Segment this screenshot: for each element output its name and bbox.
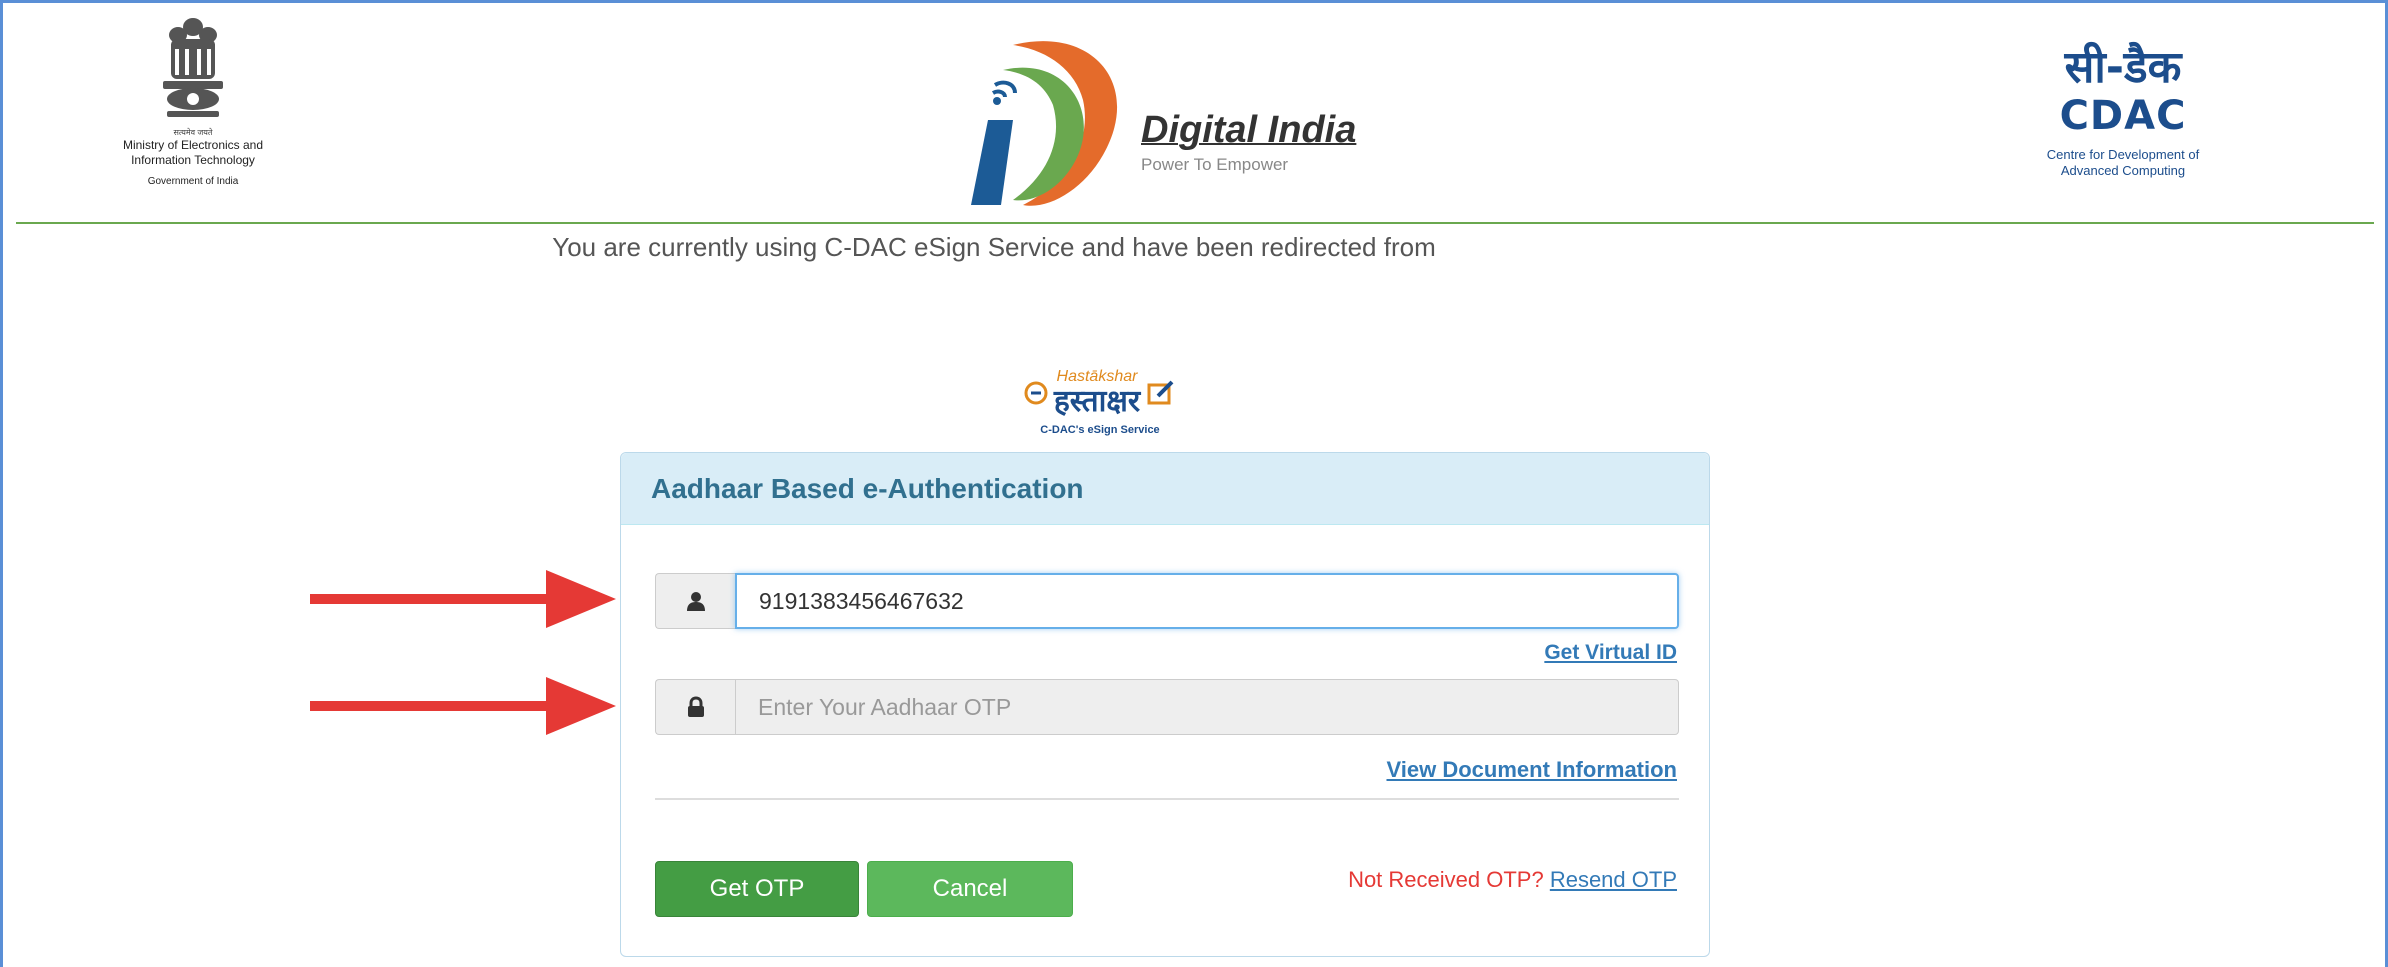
- annotation-arrow-aadhaar-icon: [310, 570, 616, 628]
- cdac-line-2: Advanced Computing: [2060, 163, 2186, 178]
- ministry-line-1: Ministry of Electronics and: [122, 138, 264, 152]
- panel-divider: [655, 798, 1679, 800]
- header: सत्यमेव जयते Ministry of Electronics and…: [3, 3, 2385, 224]
- otp-input-group: Enter Your Aadhaar OTP: [655, 679, 1679, 735]
- ministry-line-2: Information Technology: [131, 153, 255, 167]
- lock-icon: [687, 696, 704, 717]
- header-divider: [16, 222, 2374, 224]
- esign-name-hindi: हस्ताक्षर: [1053, 384, 1141, 419]
- esign-logo: Hastākshar हस्ताक्षर C-DAC's eSign Servi…: [1000, 368, 1200, 456]
- resend-otp-link[interactable]: Resend OTP: [1550, 867, 1677, 892]
- cdac-logo-text: CDAC: [2059, 93, 2187, 139]
- gov-branding: सत्यमेव जयते Ministry of Electronics and…: [63, 15, 323, 215]
- cdac-hindi-name: सी-डैक: [2064, 42, 2182, 93]
- digital-india-logo: Digital India Power To Empower: [943, 25, 1423, 215]
- annotation-arrow-otp-icon: [310, 677, 616, 735]
- national-emblem-icon: [163, 18, 223, 117]
- cdac-line-1: Centre for Development of: [2046, 147, 2200, 162]
- aadhaar-input-group: 9191383456467632: [655, 573, 1679, 629]
- cancel-button[interactable]: Cancel: [867, 861, 1073, 917]
- cdac-branding: सी-डैक CDAC Centre for Development of Ad…: [2003, 43, 2243, 213]
- digital-india-mark-icon: [971, 41, 1118, 206]
- resend-otp-row: Not Received OTP? Resend OTP: [1348, 867, 1677, 893]
- aadhaar-otp-input[interactable]: Enter Your Aadhaar OTP: [735, 679, 1679, 735]
- digital-india-title: Digital India: [1141, 109, 1357, 151]
- not-received-otp-text: Not Received OTP?: [1348, 867, 1544, 892]
- user-icon: [686, 592, 705, 611]
- user-icon-addon: [655, 573, 735, 629]
- auth-panel: Aadhaar Based e-Authentication 919138345…: [620, 452, 1710, 957]
- pen-check-icon: [1147, 380, 1174, 405]
- gov-motto: सत्यमेव जयते: [173, 128, 213, 137]
- government-of-india: Government of India: [147, 176, 239, 187]
- get-otp-button[interactable]: Get OTP: [655, 861, 859, 917]
- get-virtual-id-link[interactable]: Get Virtual ID: [1544, 641, 1677, 665]
- aadhaar-number-input[interactable]: 9191383456467632: [735, 573, 1679, 629]
- redirect-notice-wrapper: You are currently using C-DAC eSign Serv…: [0, 232, 2388, 263]
- esign-badge-icon: [1024, 381, 1048, 405]
- panel-title: Aadhaar Based e-Authentication: [651, 472, 1084, 504]
- digital-india-subtitle: Power To Empower: [1141, 155, 1289, 174]
- panel-header: Aadhaar Based e-Authentication: [621, 453, 1709, 525]
- redirect-notice: You are currently using C-DAC eSign Serv…: [552, 232, 1436, 262]
- esign-caption: C-DAC's eSign Service: [1040, 424, 1160, 436]
- lock-icon-addon: [655, 679, 735, 735]
- view-document-information-link[interactable]: View Document Information: [1386, 757, 1677, 783]
